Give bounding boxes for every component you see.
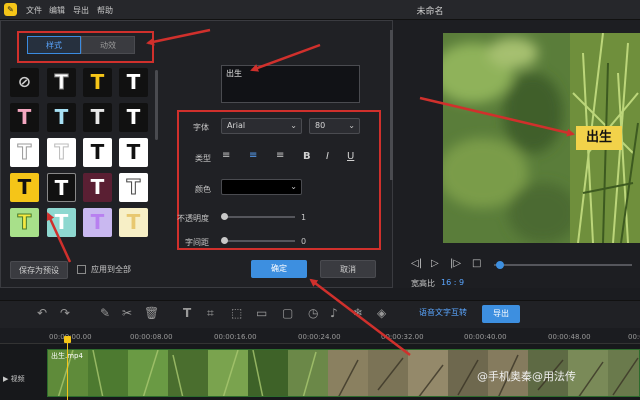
- align-right-icon[interactable]: ≡: [276, 150, 284, 161]
- menu-help[interactable]: 帮助: [97, 5, 113, 16]
- play-icon[interactable]: ▷: [431, 258, 439, 269]
- mosaic-icon[interactable]: ⬚: [231, 306, 242, 320]
- crop-icon[interactable]: ⌗: [207, 306, 214, 321]
- freeze-frame-icon[interactable]: ❄: [353, 306, 363, 320]
- text-content-input[interactable]: 出生: [221, 65, 360, 103]
- spacing-label: 字间距: [185, 238, 209, 247]
- apply-all-checkbox[interactable]: [77, 265, 86, 274]
- preset-tile[interactable]: T: [10, 103, 39, 132]
- preset-tile[interactable]: T: [83, 68, 112, 97]
- preset-tile[interactable]: T: [119, 208, 148, 237]
- title-bar: [0, 0, 640, 20]
- watermark: @手机奥秦@用法传: [477, 370, 576, 383]
- undo-icon[interactable]: ↶: [37, 306, 47, 320]
- frame-icon[interactable]: ▢: [282, 306, 293, 320]
- preset-none-icon[interactable]: ⊘: [10, 68, 39, 97]
- preset-tile[interactable]: T: [47, 173, 76, 202]
- color-label: 颜色: [195, 185, 211, 194]
- preset-tile[interactable]: T: [119, 103, 148, 132]
- redo-icon[interactable]: ↷: [60, 306, 70, 320]
- preset-tile[interactable]: T: [47, 68, 76, 97]
- preset-scrollbar[interactable]: [155, 70, 158, 140]
- menu-file[interactable]: 文件: [26, 5, 42, 16]
- microphone-icon[interactable]: ♪: [330, 306, 338, 320]
- save-preset-button[interactable]: 保存为预设: [10, 261, 68, 279]
- app-logo-icon: ✎: [4, 3, 17, 16]
- preset-tile[interactable]: T: [119, 68, 148, 97]
- spacing-slider[interactable]: [225, 240, 295, 242]
- preset-tile[interactable]: T: [83, 173, 112, 202]
- bold-button[interactable]: B: [303, 151, 311, 162]
- font-size-select[interactable]: 80 ⌄: [309, 118, 360, 134]
- opacity-label: 不透明度: [177, 214, 209, 223]
- text-tool-icon[interactable]: T: [183, 306, 191, 320]
- preset-tile[interactable]: T: [47, 208, 76, 237]
- timeline-toolbar: [0, 300, 640, 328]
- speech-to-text-button[interactable]: 语音文字互转: [419, 307, 467, 318]
- chevron-down-icon: ⌄: [290, 121, 297, 130]
- type-label: 类型: [195, 154, 211, 163]
- preset-tile[interactable]: T: [10, 138, 39, 167]
- opacity-value: 1: [301, 213, 307, 222]
- preset-tile[interactable]: T: [10, 208, 39, 237]
- edit-pencil-icon[interactable]: ✎: [100, 306, 110, 320]
- track-label-text: 视频: [10, 375, 25, 383]
- tab-animation[interactable]: 动效: [81, 36, 135, 54]
- preset-tile[interactable]: T: [119, 138, 148, 167]
- playhead[interactable]: [67, 340, 68, 400]
- ok-button[interactable]: 确定: [251, 260, 307, 278]
- ruler-tick: 00:00:40.00: [464, 333, 507, 341]
- spacing-slider-handle[interactable]: [221, 237, 228, 244]
- color-picker[interactable]: ⌄: [221, 179, 302, 195]
- ruler-tick: 00:00:16.00: [214, 333, 257, 341]
- trash-icon[interactable]: 🗑: [144, 306, 159, 320]
- ruler-tick: 00:00:56: [628, 333, 640, 341]
- ruler-tick: 00:00:24.00: [298, 333, 341, 341]
- preset-tile[interactable]: T: [47, 138, 76, 167]
- apply-all-label: 应用到全部: [91, 265, 131, 274]
- font-size-value: 80: [315, 121, 326, 130]
- window-title: 未命名: [416, 7, 444, 17]
- ruler-tick: 00:00:48.00: [548, 333, 591, 341]
- align-center-icon[interactable]: ≡: [249, 150, 257, 161]
- underline-button[interactable]: U: [347, 151, 354, 162]
- font-label: 字体: [193, 123, 209, 132]
- previous-frame-icon[interactable]: ◁|: [411, 258, 422, 269]
- aspect-ratio-value[interactable]: 16 : 9: [441, 278, 464, 287]
- preset-tile[interactable]: T: [47, 103, 76, 132]
- split-screen-icon[interactable]: ▭: [256, 306, 267, 320]
- export-button[interactable]: 导出: [482, 305, 520, 323]
- opacity-slider-handle[interactable]: [221, 213, 228, 220]
- stop-icon[interactable]: □: [472, 258, 481, 269]
- align-left-icon[interactable]: ≡: [222, 150, 230, 161]
- ruler-tick: 00:00:32.00: [381, 333, 424, 341]
- preset-tile[interactable]: T: [83, 208, 112, 237]
- color-fill-icon[interactable]: ◈: [377, 306, 386, 320]
- menu-edit[interactable]: 编辑: [49, 5, 65, 16]
- caption-overlay[interactable]: 出生: [576, 126, 622, 150]
- chevron-down-icon: ⌄: [290, 182, 297, 191]
- preset-tile[interactable]: T: [10, 173, 39, 202]
- video-track-label: ▶ 视频: [3, 375, 25, 383]
- opacity-slider[interactable]: [225, 216, 295, 218]
- preset-tile[interactable]: T: [83, 103, 112, 132]
- scissors-icon[interactable]: ✂: [122, 306, 132, 320]
- next-frame-icon[interactable]: |▷: [450, 258, 461, 269]
- chevron-down-icon: ⌄: [348, 121, 355, 130]
- tab-style[interactable]: 样式: [27, 36, 81, 54]
- cancel-button[interactable]: 取消: [320, 260, 376, 278]
- preset-tile[interactable]: T: [119, 173, 148, 202]
- playback-progress-bar[interactable]: [494, 264, 632, 266]
- spacing-value: 0: [301, 237, 307, 246]
- font-select-value: Arial: [227, 121, 246, 130]
- italic-button[interactable]: I: [326, 151, 329, 162]
- font-select[interactable]: Arial ⌄: [221, 118, 302, 134]
- ruler-tick: 00:00:08.00: [130, 333, 173, 341]
- preset-tile[interactable]: T: [83, 138, 112, 167]
- clock-icon[interactable]: ◷: [308, 306, 318, 320]
- menu-export[interactable]: 导出: [73, 5, 89, 16]
- aspect-ratio-label: 宽高比: [411, 279, 435, 288]
